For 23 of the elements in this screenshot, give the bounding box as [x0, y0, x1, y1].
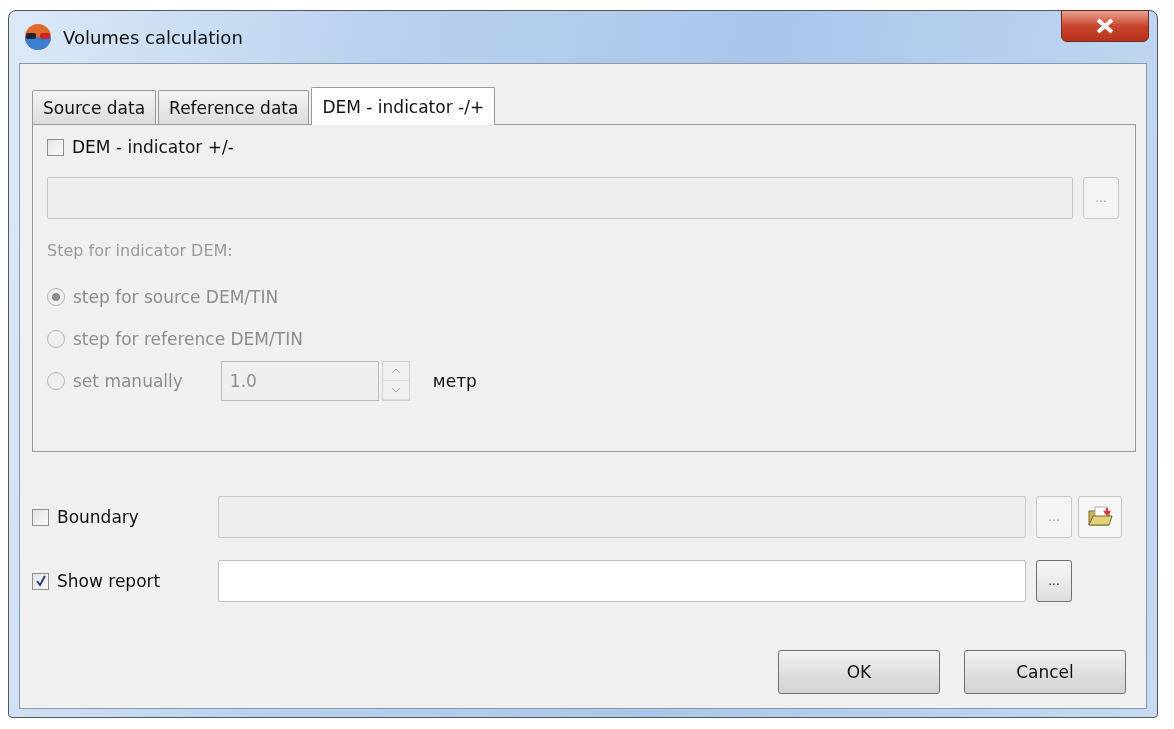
sphere-glasses-icon — [23, 22, 53, 52]
window-title: Volumes calculation — [63, 26, 243, 48]
checkbox[interactable] — [32, 572, 49, 590]
checkbox-label: DEM - indicator +/- — [72, 137, 234, 157]
browse-button[interactable]: ... — [1036, 560, 1072, 602]
radio-label: step for reference DEM/TIN — [73, 329, 303, 349]
dialog-button[interactable]: OK — [778, 650, 940, 694]
checkbox-label: Show report — [57, 571, 161, 591]
path-field[interactable] — [218, 560, 1026, 602]
unit-label: метр — [432, 371, 477, 391]
tab[interactable]: Reference data — [158, 90, 310, 124]
checkmark-icon — [34, 575, 47, 587]
checkbox-label: Boundary — [57, 507, 139, 527]
radio-label: step for source DEM/TIN — [73, 287, 279, 307]
tab[interactable]: DEM - indicator -/+ — [311, 87, 496, 125]
close-button[interactable] — [1061, 10, 1149, 42]
step-label: Step for indicator DEM: — [47, 241, 234, 260]
radio-label: set manually — [73, 371, 183, 391]
tab[interactable]: Source data — [32, 90, 157, 124]
close-icon — [1095, 18, 1115, 34]
folder-icon — [1087, 505, 1113, 529]
dialog-button[interactable]: Cancel — [964, 650, 1126, 694]
open-folder-button[interactable] — [1078, 496, 1122, 538]
